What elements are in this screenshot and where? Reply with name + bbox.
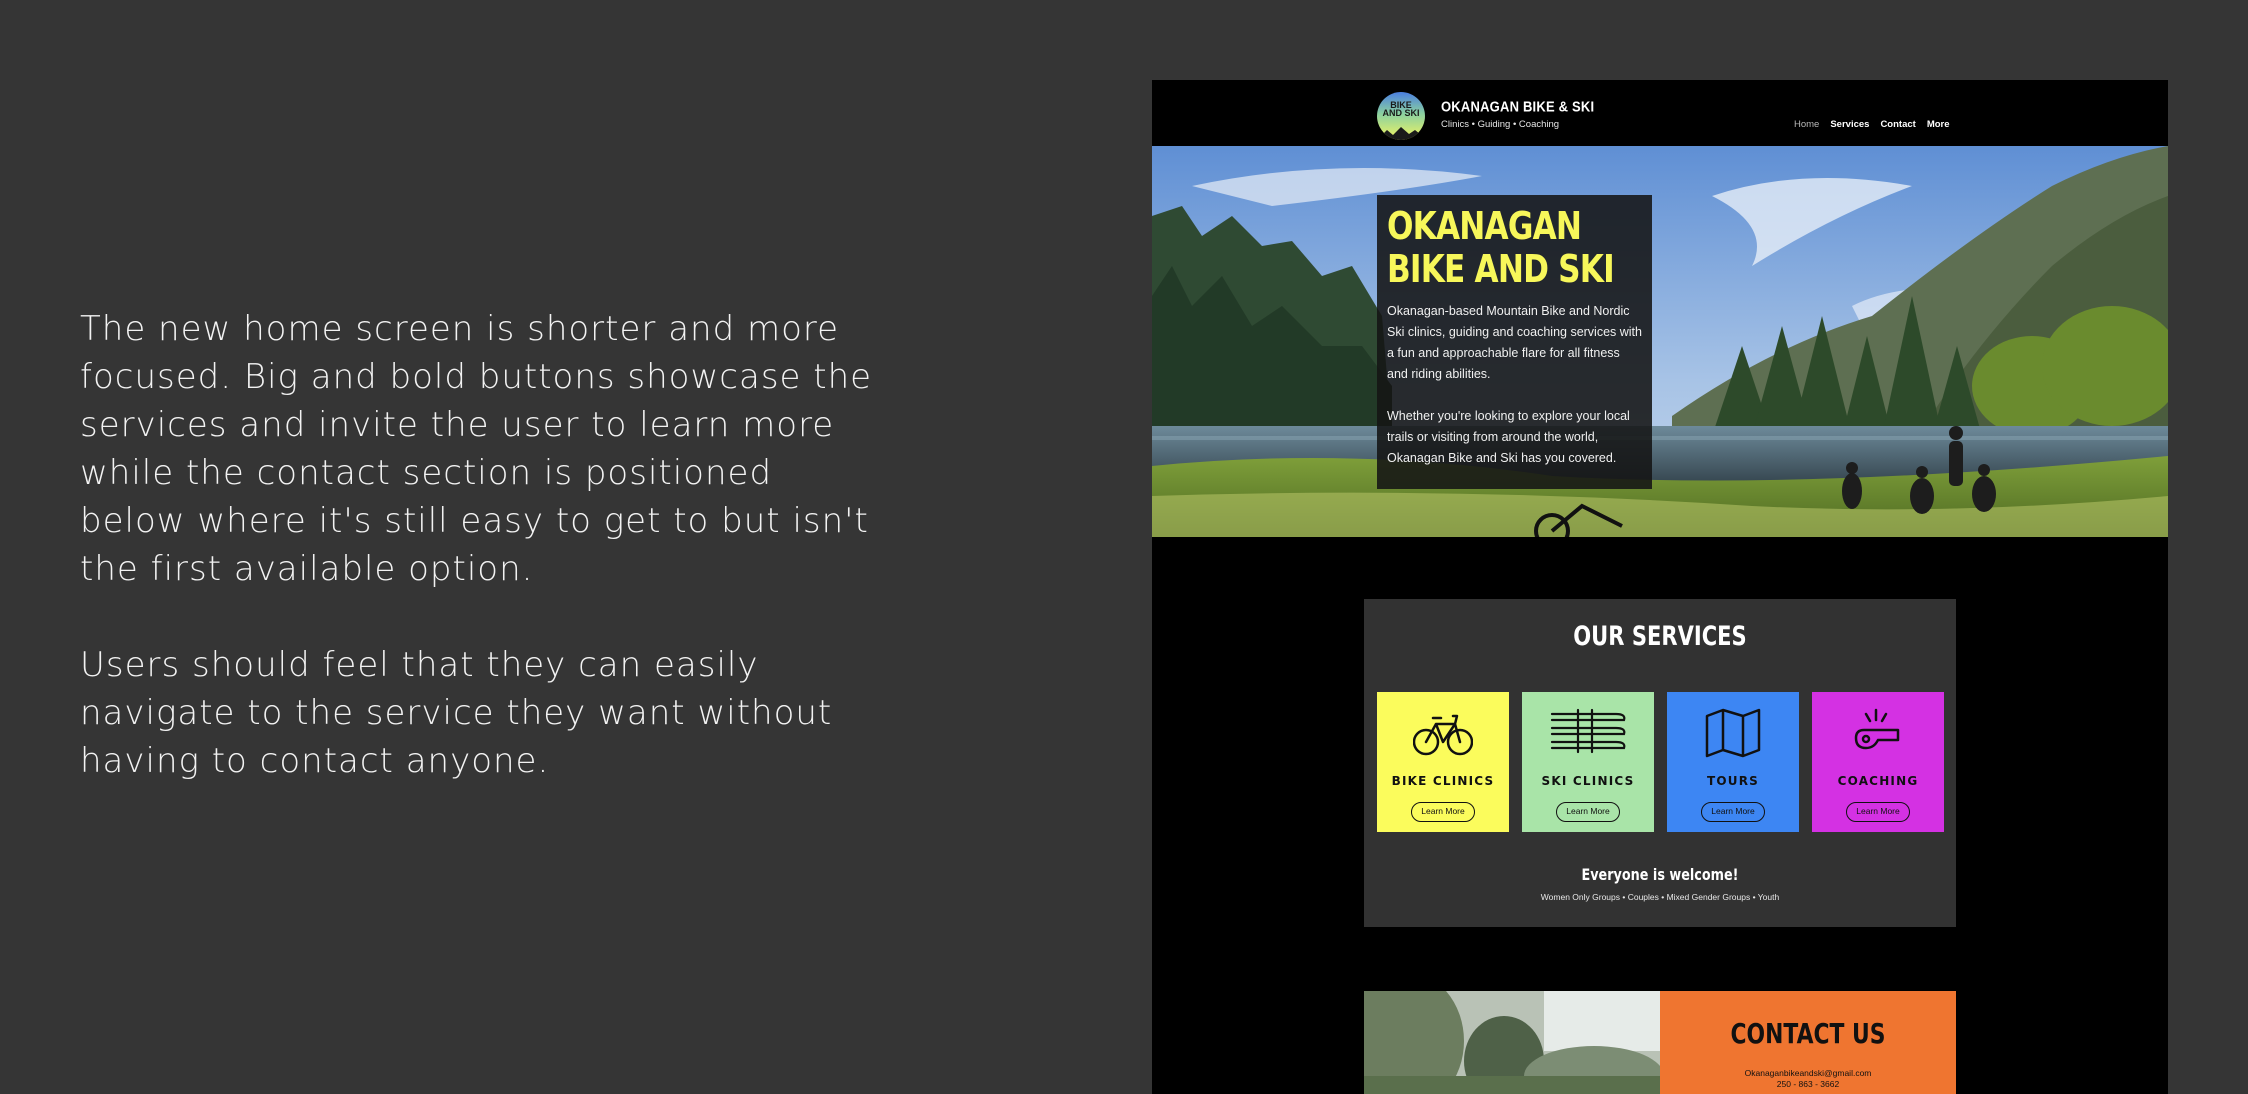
hero-section: OKANAGAN BIKE AND SKI Okanagan-based Mou… bbox=[1152, 146, 2168, 537]
brand-logo[interactable]: BIKE AND SKI bbox=[1377, 92, 1425, 140]
contact-title: CONTACT US bbox=[1730, 1017, 1886, 1050]
contact-phone[interactable]: 250 - 863 - 3662 bbox=[1660, 1079, 1956, 1089]
bicycle-icon bbox=[1413, 714, 1473, 756]
nav-more[interactable]: More bbox=[1927, 119, 1950, 130]
main-nav: Home Services Contact More bbox=[1794, 119, 1950, 130]
contact-email[interactable]: Okanaganbikeandski@gmail.com bbox=[1660, 1068, 1956, 1078]
website-mockup: BIKE AND SKI OKANAGAN BIKE & SKI Clinics… bbox=[1152, 80, 2168, 1094]
services-section: OUR SERVICES BIKE CLINICS Learn More SKI… bbox=[1364, 599, 1956, 927]
whistle-icon bbox=[1854, 708, 1900, 750]
learn-more-button[interactable]: Learn More bbox=[1846, 802, 1910, 822]
nav-contact[interactable]: Contact bbox=[1880, 119, 1915, 130]
contact-forest-image bbox=[1364, 991, 1660, 1094]
contact-section: CONTACT US Okanaganbikeandski@gmail.com … bbox=[1364, 991, 1956, 1094]
mountain-icon bbox=[1377, 127, 1425, 140]
services-title: OUR SERVICES bbox=[1573, 621, 1747, 652]
learn-more-button[interactable]: Learn More bbox=[1411, 802, 1475, 822]
hero-intro-text: Okanagan-based Mountain Bike and Nordic … bbox=[1387, 304, 1642, 381]
welcome-heading: Everyone is welcome! bbox=[1581, 865, 1739, 884]
learn-more-button[interactable]: Learn More bbox=[1556, 802, 1620, 822]
service-card-label: SKI CLINICS bbox=[1541, 774, 1635, 788]
logo-text-line-2: AND SKI bbox=[1382, 108, 1420, 118]
brand-name: OKANAGAN BIKE & SKI bbox=[1441, 98, 1595, 115]
service-card-label: COACHING bbox=[1837, 774, 1919, 788]
service-card-ski-clinics[interactable]: SKI CLINICS Learn More bbox=[1522, 692, 1654, 832]
site-header: BIKE AND SKI OKANAGAN BIKE & SKI Clinics… bbox=[1152, 80, 2168, 146]
service-card-bike-clinics[interactable]: BIKE CLINICS Learn More bbox=[1377, 692, 1509, 832]
service-cards: BIKE CLINICS Learn More SKI CLINICS Lear… bbox=[1377, 692, 1944, 832]
skis-icon bbox=[1550, 708, 1626, 754]
hero-text-box: OKANAGAN BIKE AND SKI Okanagan-based Mou… bbox=[1377, 195, 1652, 489]
description-paragraph-2: Users should feel that they can easily n… bbox=[80, 645, 833, 781]
service-card-label: TOURS bbox=[1706, 774, 1759, 788]
service-card-label: BIKE CLINICS bbox=[1391, 774, 1495, 788]
description: The new home screen is shorter and more … bbox=[80, 305, 880, 785]
nav-services[interactable]: Services bbox=[1830, 119, 1869, 130]
contact-panel: CONTACT US Okanaganbikeandski@gmail.com … bbox=[1660, 991, 1956, 1094]
service-card-coaching[interactable]: COACHING Learn More bbox=[1812, 692, 1944, 832]
service-card-tours[interactable]: TOURS Learn More bbox=[1667, 692, 1799, 832]
description-paragraph-1: The new home screen is shorter and more … bbox=[80, 309, 873, 589]
learn-more-button[interactable]: Learn More bbox=[1701, 802, 1765, 822]
groups-list: Women Only Groups • Couples • Mixed Gend… bbox=[1540, 892, 1780, 902]
hero-secondary-text: Whether you're looking to explore your l… bbox=[1387, 409, 1630, 465]
nav-home[interactable]: Home bbox=[1794, 119, 1819, 130]
map-icon bbox=[1705, 708, 1761, 758]
hero-title: OKANAGAN BIKE AND SKI bbox=[1387, 204, 1615, 291]
brand-tagline: Clinics • Guiding • Coaching bbox=[1441, 119, 1560, 130]
logo-text: BIKE AND SKI bbox=[1377, 101, 1425, 118]
hero-landscape-image bbox=[1152, 146, 2168, 537]
contact-photo bbox=[1364, 991, 1660, 1094]
